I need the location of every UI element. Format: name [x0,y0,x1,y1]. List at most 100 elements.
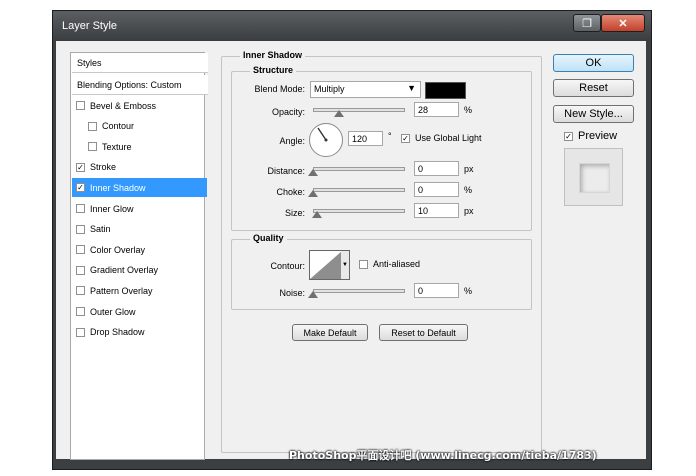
size-slider-thumb[interactable] [311,211,322,218]
angle-value: 120 [352,134,368,144]
style-item-checkbox[interactable] [76,204,85,213]
style-item-checkbox[interactable]: ✓ [76,183,85,193]
opacity-label: Opacity: [271,107,305,117]
style-item[interactable]: Pattern Overlay [72,281,207,300]
preview-box[interactable]: ✓ [564,131,573,141]
style-item-label: Pattern Overlay [90,285,153,296]
choke-label: Choke: [276,187,305,197]
style-item-checkbox[interactable] [76,245,85,255]
window-title: Layer Style [62,20,118,32]
choke-input[interactable]: 0 [414,182,459,197]
title-bar[interactable]: Layer Style ❐ ✕ [53,11,651,41]
angle-input[interactable]: 120 [348,131,383,146]
style-item[interactable]: Satin [72,220,207,239]
style-item-label: Gradient Overlay [90,265,159,276]
reset-to-default-label: Reset to Default [391,327,456,338]
style-item[interactable]: Color Overlay [72,240,207,259]
dialog-body: Styles Blending Options: Custom Bevel & … [56,41,646,460]
distance-slider-thumb[interactable] [308,169,318,176]
close-button[interactable]: ✕ [601,14,645,32]
distance-unit: px [464,164,474,174]
style-item-label: Inner Shadow [90,182,146,193]
style-item-checkbox[interactable] [76,286,85,296]
opacity-slider[interactable] [313,108,405,112]
anti-aliased-box[interactable] [359,259,368,269]
new-style-button[interactable]: New Style... [553,105,634,123]
opacity-input[interactable]: 28 [414,102,459,117]
style-item-label: Color Overlay [90,244,146,255]
blend-mode-value: Multiply [314,84,345,94]
style-item[interactable]: Gradient Overlay [72,261,207,280]
style-item-checkbox[interactable] [76,327,85,337]
size-unit: px [464,206,474,216]
inner-shadow-group: Inner Shadow Structure Blend Mode: Multi… [221,50,542,453]
quality-group: Quality Contour: ▼ Anti-aliased Noise: 0… [231,233,532,310]
contour-picker[interactable] [309,250,343,280]
choke-slider[interactable] [313,188,405,192]
make-default-button[interactable]: Make Default [292,324,368,341]
anti-aliased-checkbox[interactable]: Anti-aliased [359,259,420,269]
blend-mode-select[interactable]: Multiply ▼ [310,81,421,98]
preview-checkbox[interactable]: ✓ Preview [564,130,617,142]
structure-title: Structure [250,65,297,75]
opacity-slider-thumb[interactable] [333,110,344,117]
quality-title: Quality [250,233,287,243]
make-default-label: Make Default [303,327,357,338]
style-item-label: Contour [102,121,135,132]
style-preview-thumbnail [564,148,623,206]
inner-shadow-title: Inner Shadow [240,50,306,60]
size-input[interactable]: 10 [414,203,459,218]
style-item-checkbox[interactable] [76,307,85,316]
style-item-label: Bevel & Emboss [90,100,157,111]
ok-button[interactable]: OK [553,54,634,72]
angle-unit: ° [388,131,392,141]
distance-input[interactable]: 0 [414,161,459,176]
choke-unit: % [464,185,473,195]
style-item-checkbox[interactable] [76,224,85,234]
style-item-label: Outer Glow [90,306,136,317]
angle-dial-icon [317,127,328,142]
contour-dropdown[interactable]: ▼ [341,250,350,280]
style-item[interactable]: ✓ Inner Shadow [72,178,207,198]
style-item-checkbox[interactable] [76,101,85,110]
style-item-checkbox[interactable] [76,265,85,275]
distance-slider[interactable] [313,167,405,171]
size-label: Size: [284,208,305,218]
reset-to-default-button[interactable]: Reset to Default [379,324,468,341]
style-item[interactable]: Drop Shadow [72,323,207,342]
watermark-text: PhotoShop平面设计吧 (www.linecg.com/tieba/178… [289,449,597,462]
restore-button[interactable]: ❐ [573,14,601,32]
layer-style-dialog: Layer Style ❐ ✕ Styles Blending Options:… [52,10,652,470]
style-item-checkbox[interactable] [88,142,97,152]
style-item-checkbox[interactable] [88,121,97,131]
use-global-light-label: Use Global Light [415,133,482,143]
reset-button[interactable]: Reset [553,79,634,97]
angle-label: Angle: [279,136,305,146]
use-global-light-checkbox[interactable]: ✓ Use Global Light [401,133,482,143]
distance-label: Distance: [267,166,305,176]
shadow-color-swatch[interactable] [425,82,466,99]
style-item[interactable]: ✓ Stroke [72,158,207,177]
angle-dial[interactable] [309,123,343,157]
size-slider[interactable] [313,209,405,213]
style-item[interactable]: Bevel & Emboss [72,96,207,115]
noise-input[interactable]: 0 [414,283,459,298]
choke-slider-thumb[interactable] [308,190,318,197]
style-item-label: Satin [90,224,111,235]
style-item-label: Texture [102,141,132,152]
noise-slider[interactable] [313,289,405,293]
noise-slider-thumb[interactable] [308,291,318,298]
styles-header[interactable]: Styles [72,53,208,73]
style-item[interactable]: Texture [72,137,219,156]
blending-options-label: Blending Options: Custom [77,79,182,90]
noise-label: Noise: [279,288,305,298]
style-item[interactable]: Contour [72,117,219,136]
style-item-checkbox[interactable]: ✓ [76,162,85,172]
use-global-light-box[interactable]: ✓ [401,133,410,143]
close-icon: ✕ [618,17,628,30]
style-item[interactable]: Outer Glow [72,302,207,321]
blending-options-item[interactable]: Blending Options: Custom [72,75,208,95]
style-item[interactable]: Inner Glow [72,199,207,218]
style-item-label: Stroke [90,162,117,173]
chevron-down-icon: ▼ [342,262,348,268]
